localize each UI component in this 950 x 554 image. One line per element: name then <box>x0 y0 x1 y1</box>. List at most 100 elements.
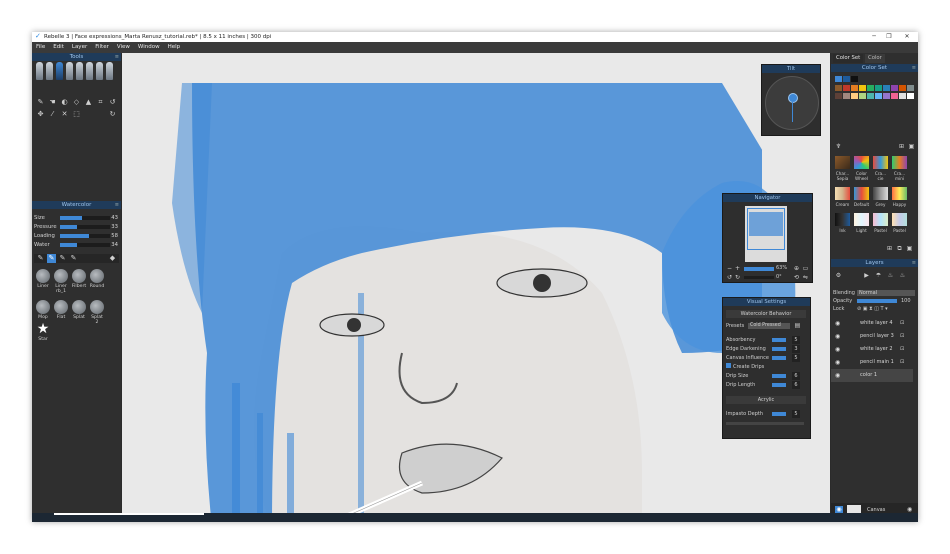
transform-icon[interactable]: ✕ <box>60 110 69 119</box>
pressure-property[interactable]: Pressure 33 <box>34 223 118 231</box>
swatch[interactable] <box>843 76 850 82</box>
drawing-canvas[interactable] <box>122 53 830 522</box>
tilt-handle[interactable] <box>788 93 798 103</box>
palette-thumb[interactable] <box>835 213 850 226</box>
preset-splat-2[interactable]: Splat 2 <box>89 300 105 325</box>
fill-icon[interactable]: ▲ <box>84 98 93 107</box>
swatch[interactable] <box>851 85 858 91</box>
impasto-depth-row[interactable]: Impasto Depth 5 <box>726 410 806 418</box>
palette-thumb[interactable] <box>854 213 869 226</box>
menu-help[interactable]: Help <box>164 42 185 53</box>
visibility-eye-icon[interactable]: ◉ <box>835 369 840 382</box>
fit-screen-icon[interactable]: ▭ <box>802 265 809 272</box>
pencil-icon[interactable]: ✎ <box>36 98 45 107</box>
smudge-icon[interactable]: ☚ <box>48 98 57 107</box>
tilt-dial[interactable] <box>765 76 819 130</box>
reset-rotation-icon[interactable]: ⟲ <box>793 274 800 281</box>
swatch[interactable] <box>899 85 906 91</box>
pastel-tool[interactable] <box>76 62 83 80</box>
preset-filbert[interactable]: Filbert <box>71 269 87 293</box>
menu-edit[interactable]: Edit <box>49 42 68 53</box>
delete-swatch-icon[interactable]: ▣ <box>908 143 915 150</box>
preset-splat[interactable]: Splat <box>71 300 87 324</box>
lock-icons[interactable]: ⊘ ▣ ⧗ ◫ T ▾ <box>857 305 888 313</box>
duplicate-palette-icon[interactable]: ⧉ <box>896 245 903 252</box>
zoom-slider[interactable] <box>744 267 774 271</box>
tab-color-set[interactable]: Color Set <box>833 54 864 63</box>
menu-file[interactable]: File <box>32 42 49 53</box>
menu-window[interactable]: Window <box>134 42 164 53</box>
swatch[interactable] <box>883 85 890 91</box>
flip-icon[interactable]: ⇋ <box>802 274 809 281</box>
preset-star[interactable]: ★ Star <box>35 322 51 346</box>
rotation-slider[interactable] <box>744 276 774 279</box>
brush-mode-3-icon[interactable]: ✎ <box>69 254 78 263</box>
drip-length-row[interactable]: Drip Length 6 <box>726 381 806 389</box>
ink-pen-tool[interactable] <box>106 62 113 80</box>
zoom-out-icon[interactable]: − <box>726 265 733 272</box>
swatch[interactable] <box>851 93 858 99</box>
close-button[interactable]: ✕ <box>900 32 914 42</box>
menu-filter[interactable]: Filter <box>91 42 113 53</box>
eraser-icon[interactable]: ◇ <box>72 98 81 107</box>
palette-thumb[interactable] <box>854 187 869 200</box>
palette-thumb[interactable] <box>892 213 907 226</box>
preset-round[interactable]: Round <box>89 269 105 293</box>
swatch[interactable] <box>835 85 842 91</box>
swatch[interactable] <box>867 85 874 91</box>
swatch[interactable] <box>859 93 866 99</box>
brush-mode-active-icon[interactable]: ✎ <box>47 254 56 263</box>
lock-icon[interactable]: ⊡ <box>900 343 904 356</box>
swatch[interactable] <box>843 93 850 99</box>
rotate-left-icon[interactable]: ↺ <box>726 274 733 281</box>
size-property[interactable]: Size 43 <box>34 214 118 222</box>
visibility-eye-icon[interactable]: ◉ <box>835 317 840 330</box>
pencil-tool[interactable] <box>66 62 73 80</box>
new-palette-icon[interactable]: ⊞ <box>886 245 893 252</box>
layer-wet-icon[interactable]: ☂ <box>875 272 882 279</box>
palette-thumb[interactable] <box>854 156 869 169</box>
crop-icon[interactable]: ⌗ <box>96 98 105 107</box>
brush-mode-2-icon[interactable]: ✎ <box>58 254 67 263</box>
visibility-eye-icon[interactable]: ◉ <box>835 356 840 369</box>
preset-liner-rb[interactable]: Liner rb_1 <box>53 269 69 294</box>
swatch[interactable] <box>851 76 858 82</box>
preset-liner[interactable]: Liner <box>35 269 51 293</box>
undo-icon[interactable]: ↺ <box>108 98 117 107</box>
watercolor-brush-tool[interactable] <box>36 62 43 80</box>
layer-item-selected[interactable]: ◉ color 1 <box>831 369 913 382</box>
palette-picker-icon[interactable]: ♆ <box>835 143 842 150</box>
minimize-button[interactable]: ─ <box>867 32 881 42</box>
navigator-thumbnail[interactable] <box>745 206 787 262</box>
swatch[interactable] <box>891 93 898 99</box>
delete-palette-icon[interactable]: ▣ <box>906 245 913 252</box>
swatch[interactable] <box>875 93 882 99</box>
zoom-in-icon[interactable]: + <box>734 265 741 272</box>
selection-icon[interactable]: ⬚ <box>72 110 81 119</box>
visibility-eye-icon[interactable]: ◉ <box>835 343 840 356</box>
swatch[interactable] <box>859 85 866 91</box>
layer-settings-icon[interactable]: ⚙ <box>835 272 842 279</box>
palette-thumb[interactable] <box>873 156 888 169</box>
acrylic-section[interactable]: Acrylic <box>726 396 806 404</box>
palette-thumb[interactable] <box>873 213 888 226</box>
water-drop-icon[interactable]: ◐ <box>60 98 69 107</box>
presets-menu-icon[interactable]: ▤ <box>794 322 801 329</box>
tab-color[interactable]: Color <box>865 54 885 63</box>
brush-mode-icon[interactable]: ✎ <box>36 254 45 263</box>
eyedropper-icon[interactable]: ⁄ <box>48 110 57 119</box>
layer-item[interactable]: ◉ white layer 2 ⊡ <box>831 343 913 356</box>
redo-icon[interactable]: ↻ <box>108 110 117 119</box>
palette-thumb[interactable] <box>835 156 850 169</box>
create-drips-row[interactable]: Create Drips <box>726 363 806 371</box>
swatch[interactable] <box>891 85 898 91</box>
layer-item[interactable]: ◉ pencil main 1 ⊡ <box>831 356 913 369</box>
edge-darkening-row[interactable]: Edge Darkening 3 <box>726 345 806 353</box>
menu-view[interactable]: View <box>113 42 134 53</box>
water-property[interactable]: Water 34 <box>34 241 118 249</box>
menu-layer[interactable]: Layer <box>68 42 91 53</box>
preset-flat[interactable]: Flat <box>53 300 69 324</box>
palette-thumb[interactable] <box>835 187 850 200</box>
watercolor-behavior-section[interactable]: Watercolor Behavior <box>726 310 806 318</box>
active-brush-tool[interactable] <box>56 62 63 80</box>
